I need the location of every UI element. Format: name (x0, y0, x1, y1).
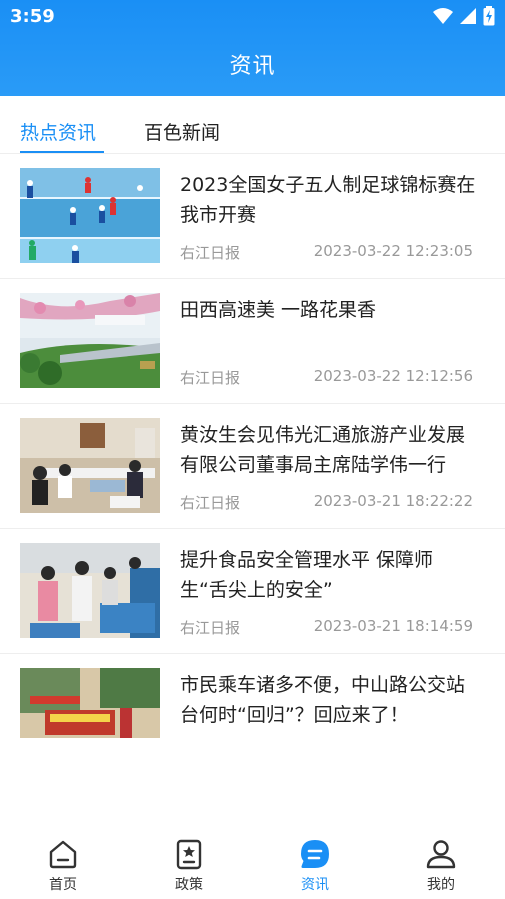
nav-policy[interactable]: 政策 (126, 826, 252, 899)
news-title: 市民乘车诸多不便，中山路公交站台何时“回归”？回应来了！ (180, 674, 466, 726)
status-bar: 3:59 (0, 0, 505, 34)
nav-profile-label: 我的 (427, 877, 455, 893)
nav-home-label: 首页 (49, 877, 77, 893)
news-title: 黄汝生会见伟光汇通旅游产业发展有限公司董事局主席陆学伟一行 (180, 424, 466, 476)
news-thumbnail (20, 668, 160, 738)
news-thumbnail (20, 293, 160, 388)
battery-icon (483, 6, 495, 26)
news-title: 提升食品安全管理水平 保障师生“舌尖上的安全” (180, 549, 434, 601)
news-source: 右江日报 (180, 494, 241, 512)
header-bar: 3:59 资讯 (0, 0, 505, 96)
app-screen: 3:59 资讯 热点资讯 百色新闻 2023全国女子五人制足球锦标赛在我市开赛 … (0, 0, 505, 899)
news-item[interactable]: 提升食品安全管理水平 保障师生“舌尖上的安全” 右江日报 2023-03-21 … (0, 529, 505, 654)
tab-bar: 热点资讯 百色新闻 (0, 96, 505, 154)
news-source: 右江日报 (180, 244, 241, 262)
nav-home[interactable]: 首页 (0, 826, 126, 899)
news-time: 2023-03-22 12:23:05 (313, 242, 473, 260)
news-item[interactable]: 2023全国女子五人制足球锦标赛在我市开赛 右江日报 2023-03-22 12… (0, 154, 505, 279)
news-time: 2023-03-22 12:12:56 (313, 367, 473, 385)
news-icon (301, 840, 329, 868)
news-thumbnail (20, 168, 160, 263)
nav-news[interactable]: 资讯 (252, 826, 378, 899)
nav-policy-label: 政策 (175, 877, 203, 893)
bottom-nav: 首页 政策 资讯 我的 (0, 826, 505, 899)
news-item[interactable]: 市民乘车诸多不便，中山路公交站台何时“回归”？回应来了！ (0, 654, 505, 754)
news-item[interactable]: 黄汝生会见伟光汇通旅游产业发展有限公司董事局主席陆学伟一行 右江日报 2023-… (0, 404, 505, 529)
nav-profile[interactable]: 我的 (378, 826, 504, 899)
news-item[interactable]: 田西高速美 一路花果香 右江日报 2023-03-22 12:12:56 (0, 279, 505, 404)
news-source: 右江日报 (180, 619, 241, 637)
news-source: 右江日报 (180, 369, 241, 387)
news-title: 田西高速美 一路花果香 (180, 299, 377, 321)
news-thumbnail (20, 543, 160, 638)
home-icon (49, 840, 77, 869)
policy-icon (176, 839, 202, 870)
news-list: 2023全国女子五人制足球锦标赛在我市开赛 右江日报 2023-03-22 12… (0, 154, 505, 754)
profile-icon (426, 840, 456, 869)
news-title: 2023全国女子五人制足球锦标赛在我市开赛 (180, 174, 476, 226)
status-icons (433, 6, 495, 26)
tab-baise-news[interactable]: 百色新闻 (144, 118, 220, 145)
news-thumbnail (20, 418, 160, 513)
tab-hot-news[interactable]: 热点资讯 (20, 118, 96, 145)
page-title: 资讯 (229, 54, 276, 79)
wifi-icon (433, 8, 453, 24)
status-time: 3:59 (10, 6, 55, 27)
active-tab-indicator (20, 151, 104, 153)
nav-news-label: 资讯 (301, 877, 329, 893)
news-time: 2023-03-21 18:22:22 (313, 492, 473, 510)
signal-icon (460, 8, 476, 24)
news-time: 2023-03-21 18:14:59 (313, 617, 473, 635)
